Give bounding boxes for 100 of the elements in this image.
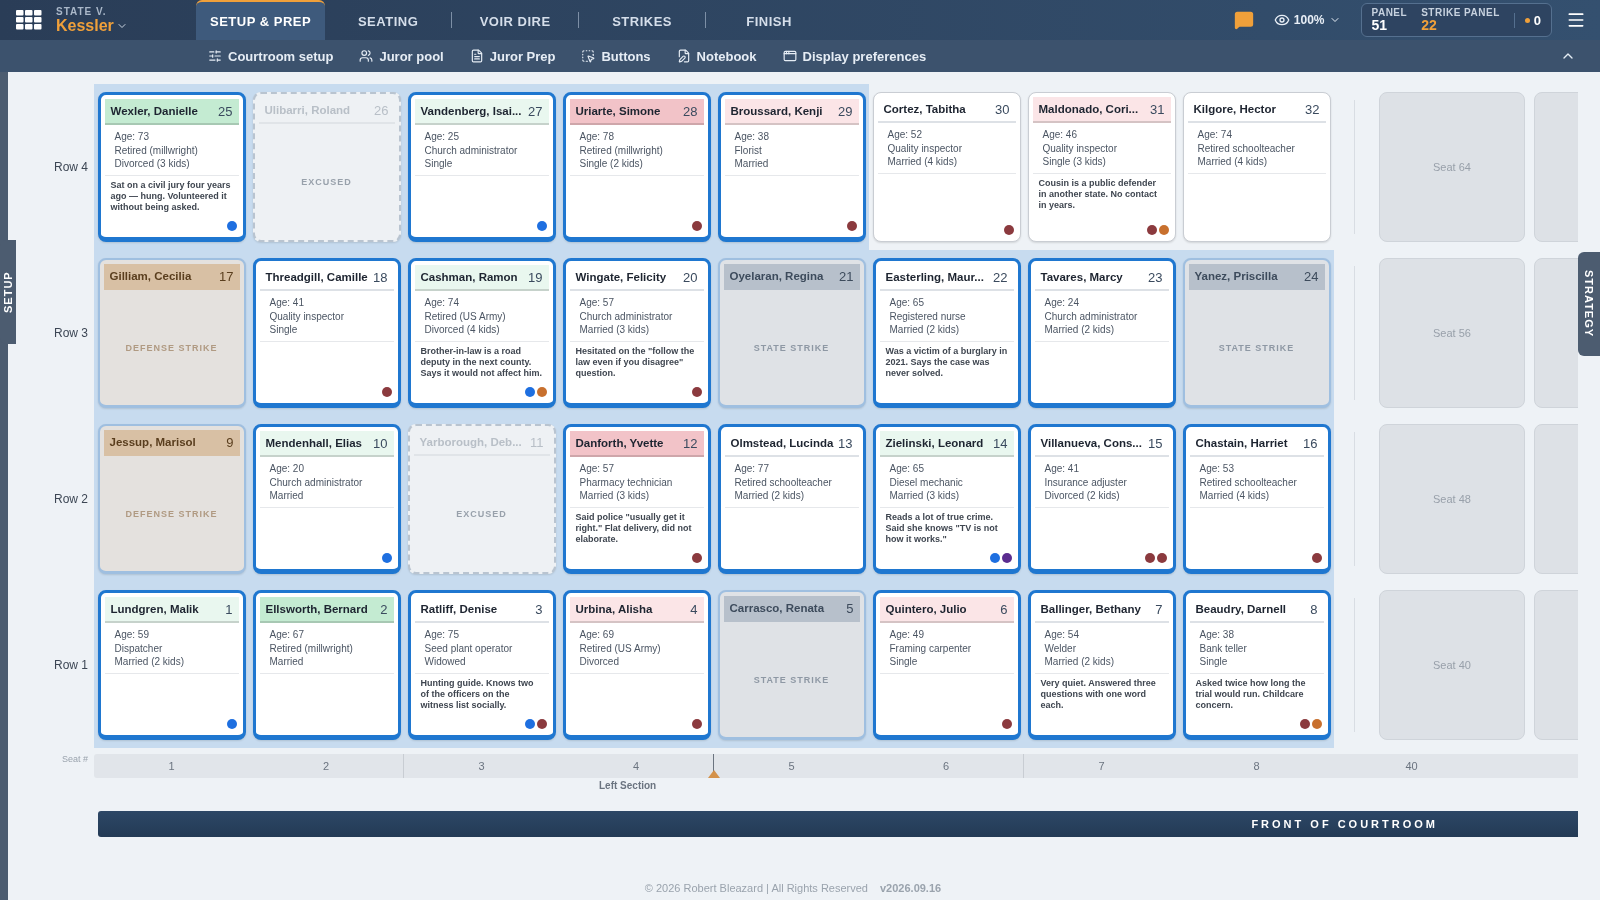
subnav-link[interactable]: Display preferences — [782, 48, 927, 64]
subnav-link[interactable]: Buttons — [581, 48, 651, 64]
juror-detail: Age: 65 — [889, 462, 925, 476]
juror-note: Said police "usually get it right." Flat delivery, did not elaborate. — [575, 511, 693, 545]
juror-detail: Church administrator — [424, 143, 519, 157]
juror-card[interactable]: Mendenhall, Elias 10 Age: 20 Church administrator Married — [252, 424, 401, 574]
juror-card[interactable]: Maldonado, Cori... 31 Age: 46 Quality inspector Single (3 kids) Cousin is a public defender in another state. No contact in years. — [1027, 92, 1176, 242]
juror-card[interactable]: Olmstead, Lucinda 13 Age: 77 Retired schoolteacher Married (2 kids) — [717, 424, 866, 574]
nav-tab[interactable]: STRIKES — [579, 0, 706, 40]
juror-detail: Age: 57 — [579, 296, 615, 310]
juror-name: Maldonado, Cori... — [1038, 103, 1139, 115]
juror-name: Zielinski, Leonard — [885, 437, 984, 449]
juror-card[interactable]: Ratliff, Denise 3 Age: 75 Seed plant operator Widowed Hunting guide. Knows two of the officers on the witness list socially. — [407, 590, 556, 740]
zoom-dropdown[interactable]: 100% — [1267, 11, 1347, 29]
seat-number: 9 — [226, 434, 234, 450]
seat-number: 1 — [167, 759, 176, 774]
seat-number: 29 — [838, 103, 853, 119]
juror-name: Tavares, Marcy — [1040, 271, 1123, 283]
strike-card[interactable]: Gilliam, Cecilia 17 DEFENSE STRIKE — [97, 258, 246, 408]
juror-name: Yanez, Priscilla — [1194, 270, 1278, 282]
seat-number: 5 — [787, 759, 796, 774]
strike-card[interactable]: Yanez, Priscilla 24 STATE STRIKE — [1182, 258, 1331, 408]
juror-name: Villanueva, Cons... — [1040, 437, 1142, 449]
juror-card[interactable]: Quintero, Julio 6 Age: 49 Framing carpenter Single — [872, 590, 1021, 740]
nav-tab[interactable]: FINISH — [706, 0, 833, 40]
juror-card[interactable]: Beaudry, Darnell 8 Age: 38 Bank teller Single Asked twice how long the trial would run. Childcare concern. — [1182, 590, 1331, 740]
case-selector[interactable]: Kessler — [56, 16, 196, 35]
juror-card[interactable]: Threadgill, Camille 18 Age: 41 Quality inspector Single — [252, 258, 401, 408]
juror-card[interactable]: Vandenberg, Isai... 27 Age: 25 Church administrator Single — [407, 92, 556, 242]
seat-number: 21 — [839, 268, 854, 284]
juror-note: Was a victim of a burglary in 2021. Says the case was never solved. — [885, 345, 1008, 379]
side-tab[interactable]: STRATEGY — [1578, 252, 1600, 356]
juror-name: Broussard, Kenji — [730, 105, 823, 117]
juror-detail: Church administrator — [1044, 309, 1139, 323]
seat-number: 32 — [1305, 101, 1320, 117]
juror-detail: Married — [269, 489, 305, 503]
juror-card[interactable]: Tavares, Marcy 23 Age: 24 Church administrator Married (2 kids) — [1027, 258, 1176, 408]
juror-detail: Retired (millwright) — [269, 641, 354, 655]
juror-card[interactable]: Lundgren, Malik 1 Age: 59 Dispatcher Married (2 kids) — [97, 590, 246, 740]
row-label: Row 2 — [53, 491, 89, 508]
menu-icon[interactable] — [1566, 10, 1586, 30]
seat-label: Seat 40 — [1433, 659, 1471, 671]
juror-detail: Church administrator — [269, 475, 364, 489]
seat-number: 30 — [995, 101, 1010, 117]
juror-card[interactable]: Broussard, Kenji 29 Age: 38 Florist Married — [717, 92, 866, 242]
juror-detail: Age: 46 — [1042, 128, 1078, 142]
juror-detail: Retired schoolteacher — [734, 475, 833, 489]
app-grid-icon[interactable] — [16, 10, 42, 30]
subnav-link[interactable]: Juror pool — [359, 48, 444, 64]
juror-detail: Age: 41 — [269, 296, 305, 310]
juror-detail: Divorced (2 kids) — [1044, 489, 1121, 503]
marker-icon[interactable] — [708, 770, 720, 778]
juror-detail: Retired (millwright) — [114, 143, 199, 157]
juror-card[interactable]: Kilgore, Hector 32 Age: 74 Retired schoolteacher Married (4 kids) — [1182, 92, 1331, 242]
juror-detail: Age: 57 — [579, 462, 615, 476]
juror-detail: Quality inspector — [269, 309, 345, 323]
juror-detail: Retired (US Army) — [424, 309, 507, 323]
juror-name: Cashman, Ramon — [420, 271, 518, 283]
strike-card[interactable]: Carrasco, Renata 5 STATE STRIKE — [717, 590, 866, 740]
juror-detail: Age: 65 — [889, 296, 925, 310]
subnav-link[interactable]: Notebook — [676, 48, 757, 64]
juror-note: Asked twice how long the trial would run. Childcare concern. — [1195, 677, 1307, 711]
juror-detail: Single (3 kids) — [1042, 155, 1107, 169]
juror-detail: Age: 78 — [579, 130, 615, 144]
strike-card[interactable]: Oyelaran, Regina 21 STATE STRIKE — [717, 258, 866, 408]
juror-card[interactable]: Villanueva, Cons... 15 Age: 41 Insurance adjuster Divorced (2 kids) — [1027, 424, 1176, 574]
juror-detail: Widowed — [424, 655, 467, 669]
juror-note: Brother-in-law is a road deputy in the next county. Says it would not affect him. — [420, 345, 543, 379]
seat-number: 27 — [528, 103, 543, 119]
juror-card[interactable]: Wingate, Felicity 20 Age: 57 Church administrator Married (3 kids) Hesitated on the "follow the law even if you disagree" question. — [562, 258, 711, 408]
strike-card[interactable]: Jessup, Marisol 9 DEFENSE STRIKE — [97, 424, 246, 574]
juror-name: Jessup, Marisol — [109, 436, 196, 448]
nav-tab[interactable]: SEATING — [325, 0, 452, 40]
juror-card[interactable]: Danforth, Yvette 12 Age: 57 Pharmacy technician Married (3 kids) Said police "usually get it right." Flat delivery, did not elaborate. — [562, 424, 711, 574]
juror-card[interactable]: Chastain, Harriet 16 Age: 53 Retired schoolteacher Married (4 kids) — [1182, 424, 1331, 574]
seat-number: 20 — [683, 269, 698, 285]
nav-tab[interactable]: VOIR DIRE — [452, 0, 579, 40]
juror-card[interactable]: Easterling, Maur... 22 Age: 65 Registered nurse Married (2 kids) Was a victim of a burglary in 2021. Says the case was never solved. — [872, 258, 1021, 408]
juror-card[interactable]: Uriarte, Simone 28 Age: 78 Retired (millwright) Single (2 kids) — [562, 92, 711, 242]
subnav-link[interactable]: Juror Prep — [469, 48, 556, 64]
juror-card[interactable]: Cortez, Tabitha 30 Age: 52 Quality inspector Married (4 kids) — [872, 92, 1021, 242]
juror-name: Olmstead, Lucinda — [730, 437, 834, 449]
juror-card[interactable]: Ellsworth, Bernard 2 Age: 67 Retired (millwright) Married — [252, 590, 401, 740]
juror-card[interactable]: Ballinger, Bethany 7 Age: 54 Welder Married (2 kids) Very quiet. Answered three questions with one word each. — [1027, 590, 1176, 740]
juror-detail: Age: 49 — [889, 628, 925, 642]
juror-card[interactable]: Wexler, Danielle 25 Age: 73 Retired (millwright) Divorced (3 kids) Sat on a civil jury four years ago — hung. Volunteered it without being asked. — [97, 92, 246, 242]
chat-icon[interactable] — [1233, 10, 1254, 30]
juror-card[interactable]: Urbina, Alisha 4 Age: 69 Retired (US Army) Divorced — [562, 590, 711, 740]
juror-name: Mendenhall, Elias — [265, 437, 362, 449]
juror-detail: Married (3 kids) — [579, 323, 650, 337]
juror-detail: Married — [269, 655, 305, 669]
juror-name: Quintero, Julio — [885, 603, 967, 615]
juror-name: Lundgren, Malik — [110, 603, 199, 615]
juror-detail: Single — [424, 157, 454, 171]
juror-card[interactable]: Cashman, Ramon 19 Age: 74 Retired (US Army) Divorced (4 kids) Brother-in-law is a road deputy in the next county. Says it would not affect him. — [407, 258, 556, 408]
juror-detail: Single (2 kids) — [579, 157, 644, 171]
subnav-link[interactable]: Courtroom setup — [208, 48, 334, 64]
juror-card[interactable]: Zielinski, Leonard 14 Age: 65 Diesel mechanic Married (3 kids) Reads a lot of true crime. Said she knows "TV is not how it works." — [872, 424, 1021, 574]
nav-tab[interactable]: SETUP & PREP — [196, 0, 326, 40]
juror-name: Carrasco, Renata — [729, 602, 825, 614]
